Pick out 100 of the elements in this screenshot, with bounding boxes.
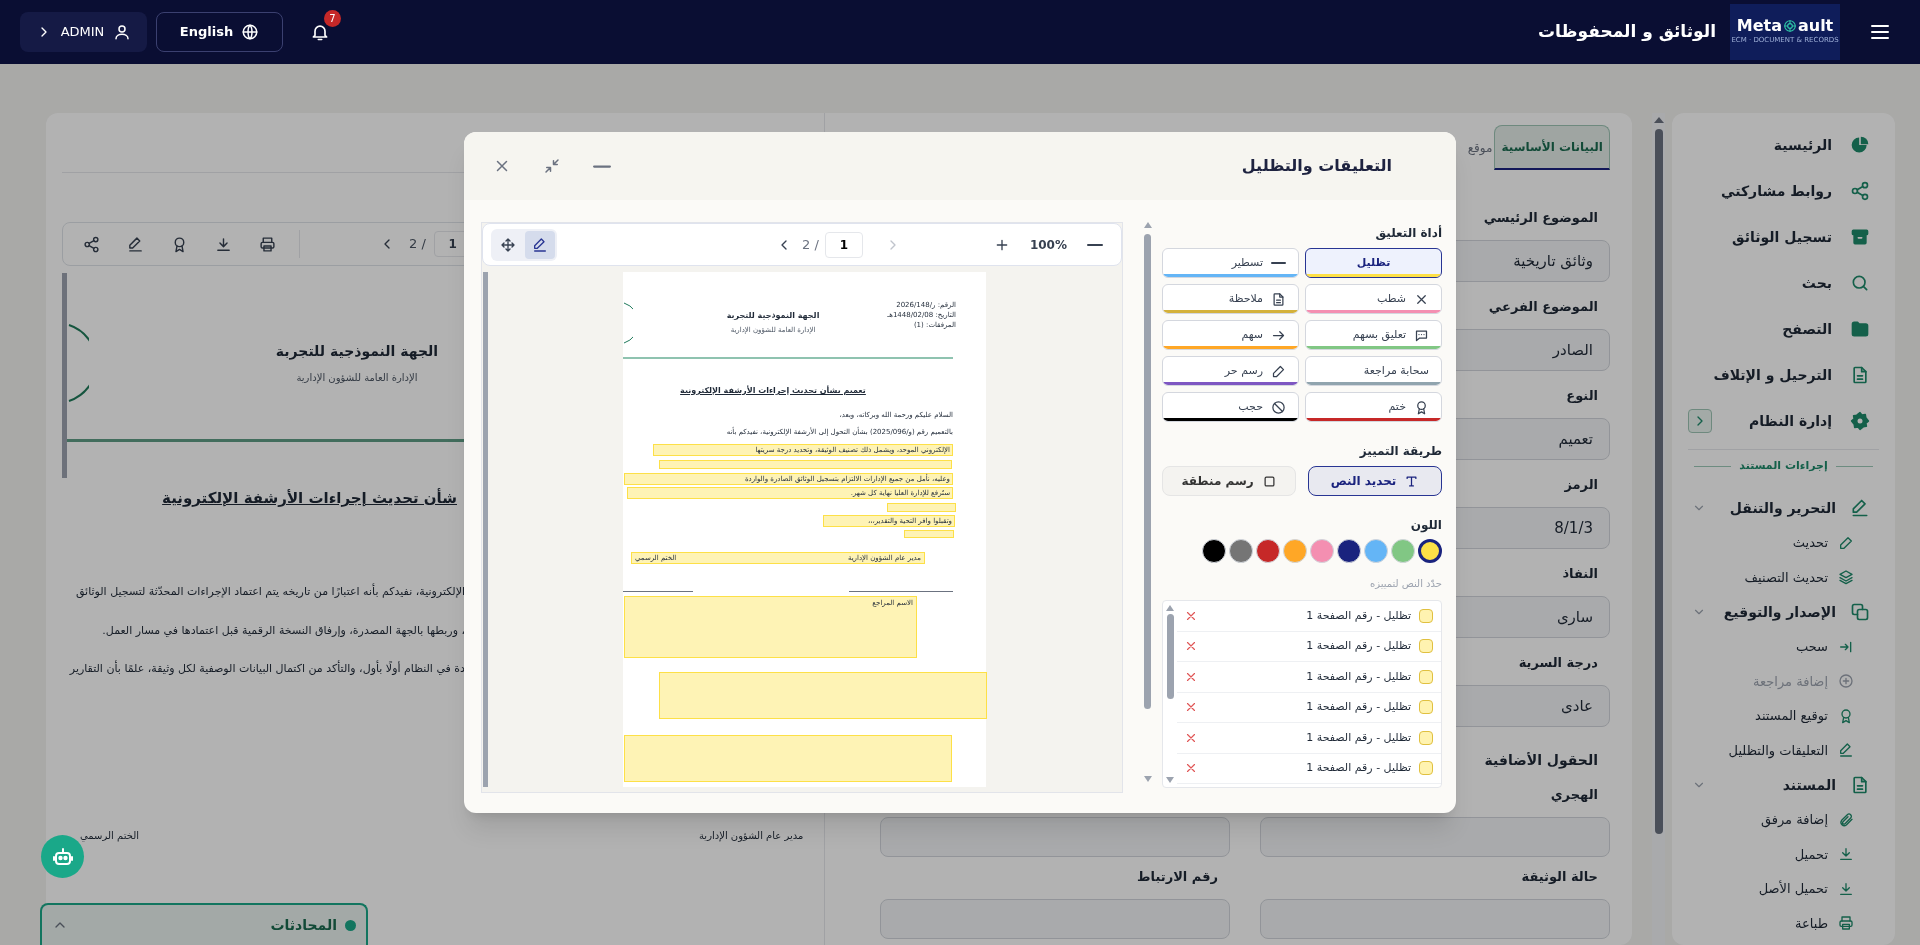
zoom-level: 100% [1029, 236, 1067, 254]
sidebar-subitem[interactable]: تحميل [1672, 837, 1895, 872]
annotation-tool-button[interactable]: ملاحظة [1162, 284, 1299, 314]
annotation-label: تظليل - رقم الصفحة 1 [1306, 607, 1411, 624]
annotation-label: تظليل - رقم الصفحة 1 [1306, 668, 1411, 685]
text-field[interactable] [1260, 817, 1610, 857]
field-label: الهجري [1550, 786, 1598, 804]
pencil-icon [1271, 363, 1286, 379]
paragraph-line: دة في النظام أولًا بأول، والتأكد من اكتمال البيانات الوصفية لكل وثيقة، علمًا بأن التقارير [69, 661, 465, 677]
sidebar-subitem[interactable]: تحديث التصنيف [1672, 560, 1895, 595]
pencil-icon [1838, 742, 1854, 759]
pencil-icon [1838, 534, 1854, 551]
field-label: درجة السرية [1518, 654, 1598, 672]
download-icon [214, 235, 232, 253]
sidebar-subitem[interactable]: توقيع المستند [1672, 698, 1895, 733]
prohibited-icon [1271, 399, 1286, 415]
language-button[interactable]: English [156, 12, 283, 52]
signature-label: مدير عام الشؤون الإدارية [699, 828, 804, 843]
dialog-title: التعليقات والتظليل [1241, 155, 1392, 177]
annotation-tool-button[interactable]: ختم [1305, 392, 1442, 422]
scrollbar[interactable] [1143, 222, 1152, 782]
ribbon-badge-icon [1838, 707, 1854, 724]
share-icon [82, 235, 100, 253]
scrollbar[interactable] [62, 273, 67, 478]
archive-box-icon [1850, 227, 1870, 247]
sidebar-subitem[interactable]: إضافة مرفق [1672, 802, 1895, 837]
field-label: النوع [1566, 387, 1598, 405]
seal-arc-drawing [623, 302, 633, 344]
sidebar-group[interactable]: الإصدار والتوقيع [1672, 594, 1895, 630]
annotation-tool-button[interactable]: تعليق بسهم [1305, 320, 1442, 350]
scrollbar[interactable] [483, 272, 488, 787]
share-icon [1850, 181, 1870, 201]
sidebar-item[interactable]: الرئيسية [1773, 134, 1895, 156]
notification-count: 7 [324, 10, 341, 27]
sidebar-subitem[interactable]: طباعة [1672, 906, 1895, 941]
document-icon [1850, 365, 1870, 385]
text-field[interactable] [880, 817, 1230, 857]
tab[interactable]: البيانات الأساسية [1494, 125, 1610, 170]
color-swatch [1419, 761, 1433, 776]
sidebar-subitem[interactable]: تحديث [1672, 525, 1895, 560]
pie-chart-icon [1850, 135, 1870, 155]
mark-method-button[interactable]: تحديد النص [1308, 466, 1442, 496]
paragraph-line: ، وربطها بالجهة المصدرة، وإرفاق النسخة الرقمية قبل اعتمادها في مسار العمل. [102, 622, 465, 639]
annotation-tool-button[interactable]: تظليل [1305, 248, 1442, 278]
sidebar-item[interactable]: بحث [1801, 272, 1895, 294]
annotation-label: تظليل - رقم الصفحة 1 [1306, 760, 1411, 776]
square-icon [1261, 473, 1277, 489]
annotation-tool-button[interactable]: رسم حر [1162, 356, 1299, 386]
sidebar-subitem[interactable]: التعليقات والتظليل [1672, 733, 1895, 768]
annotation-tool-button[interactable]: سحابة مراجعة [1305, 356, 1442, 386]
organization-name: الجهة النموذجية للتجربة [726, 310, 820, 322]
annotation-tool-button[interactable]: سهم [1162, 320, 1299, 350]
hint-text: حدّد النص لتمييزه [1369, 577, 1442, 591]
paperclip-icon [1838, 811, 1854, 828]
section-label: اللون [1409, 517, 1442, 534]
sidebar-item[interactable]: تسجيل الوثائق [1732, 226, 1895, 248]
user-menu-button[interactable]: ADMIN [20, 12, 147, 52]
document-icon [1850, 775, 1870, 795]
speech-bubble-icon [1414, 327, 1429, 343]
minus-icon [1087, 242, 1103, 247]
sidebar-item[interactable]: التصفح [1782, 318, 1895, 340]
tab[interactable]: موقع [1463, 125, 1495, 170]
mode-button[interactable] [525, 230, 555, 259]
restore-button[interactable] [542, 156, 562, 176]
sidebar-group[interactable]: المستند [1672, 767, 1895, 803]
pencil-icon [126, 235, 144, 253]
notifications-button[interactable]: 7 [300, 12, 340, 52]
pencil-icon [532, 236, 548, 253]
sidebar-group[interactable]: التحرير والتنقل [1672, 490, 1895, 526]
annotation-tool-button[interactable]: شطب [1305, 284, 1442, 314]
scrollbar[interactable] [1652, 113, 1665, 945]
sidebar-item[interactable]: إدارة النظام [1749, 410, 1895, 432]
page-total: 2 / [409, 235, 426, 254]
section-label: طريقة التمييز [1358, 443, 1442, 460]
document-title: شأن تحديث إجراءات الأرشفة الإلكترونية [162, 489, 457, 507]
layers-icon [1838, 569, 1854, 586]
color-swatch [1419, 639, 1433, 654]
color-swatch [1419, 700, 1433, 715]
copy-icon [1850, 602, 1870, 622]
ribbon-badge-icon [1414, 399, 1429, 415]
page-total: 2 / [802, 235, 819, 254]
printer-icon [258, 235, 276, 253]
sidebar-subitem[interactable]: سحب [1672, 629, 1895, 664]
download-icon [1838, 880, 1854, 897]
sidebar-item[interactable]: روابط مشاركتي [1721, 180, 1895, 202]
sidebar-subitem[interactable]: تحميل الأصل [1672, 871, 1895, 906]
annotation-tool-button[interactable]: تسطير [1162, 248, 1299, 278]
text-field[interactable] [1260, 899, 1610, 939]
page-number-input[interactable]: 1 [824, 231, 863, 258]
sidebar-item[interactable]: الترحيل و الإتلاف [1713, 364, 1895, 386]
chat-bar[interactable]: المحادثات [40, 903, 368, 945]
printer-icon [1838, 915, 1854, 932]
section-title: الحقول الأضافية [1484, 751, 1598, 771]
color-swatch[interactable] [1418, 539, 1442, 563]
section-label: أداة التعليق [1374, 224, 1442, 242]
mark-method-button[interactable]: رسم منطقة [1162, 466, 1296, 496]
text-field[interactable] [880, 899, 1230, 939]
color-swatch [1419, 669, 1433, 684]
color-swatch [1419, 608, 1433, 623]
annotation-tool-button[interactable]: حجب [1162, 392, 1299, 422]
